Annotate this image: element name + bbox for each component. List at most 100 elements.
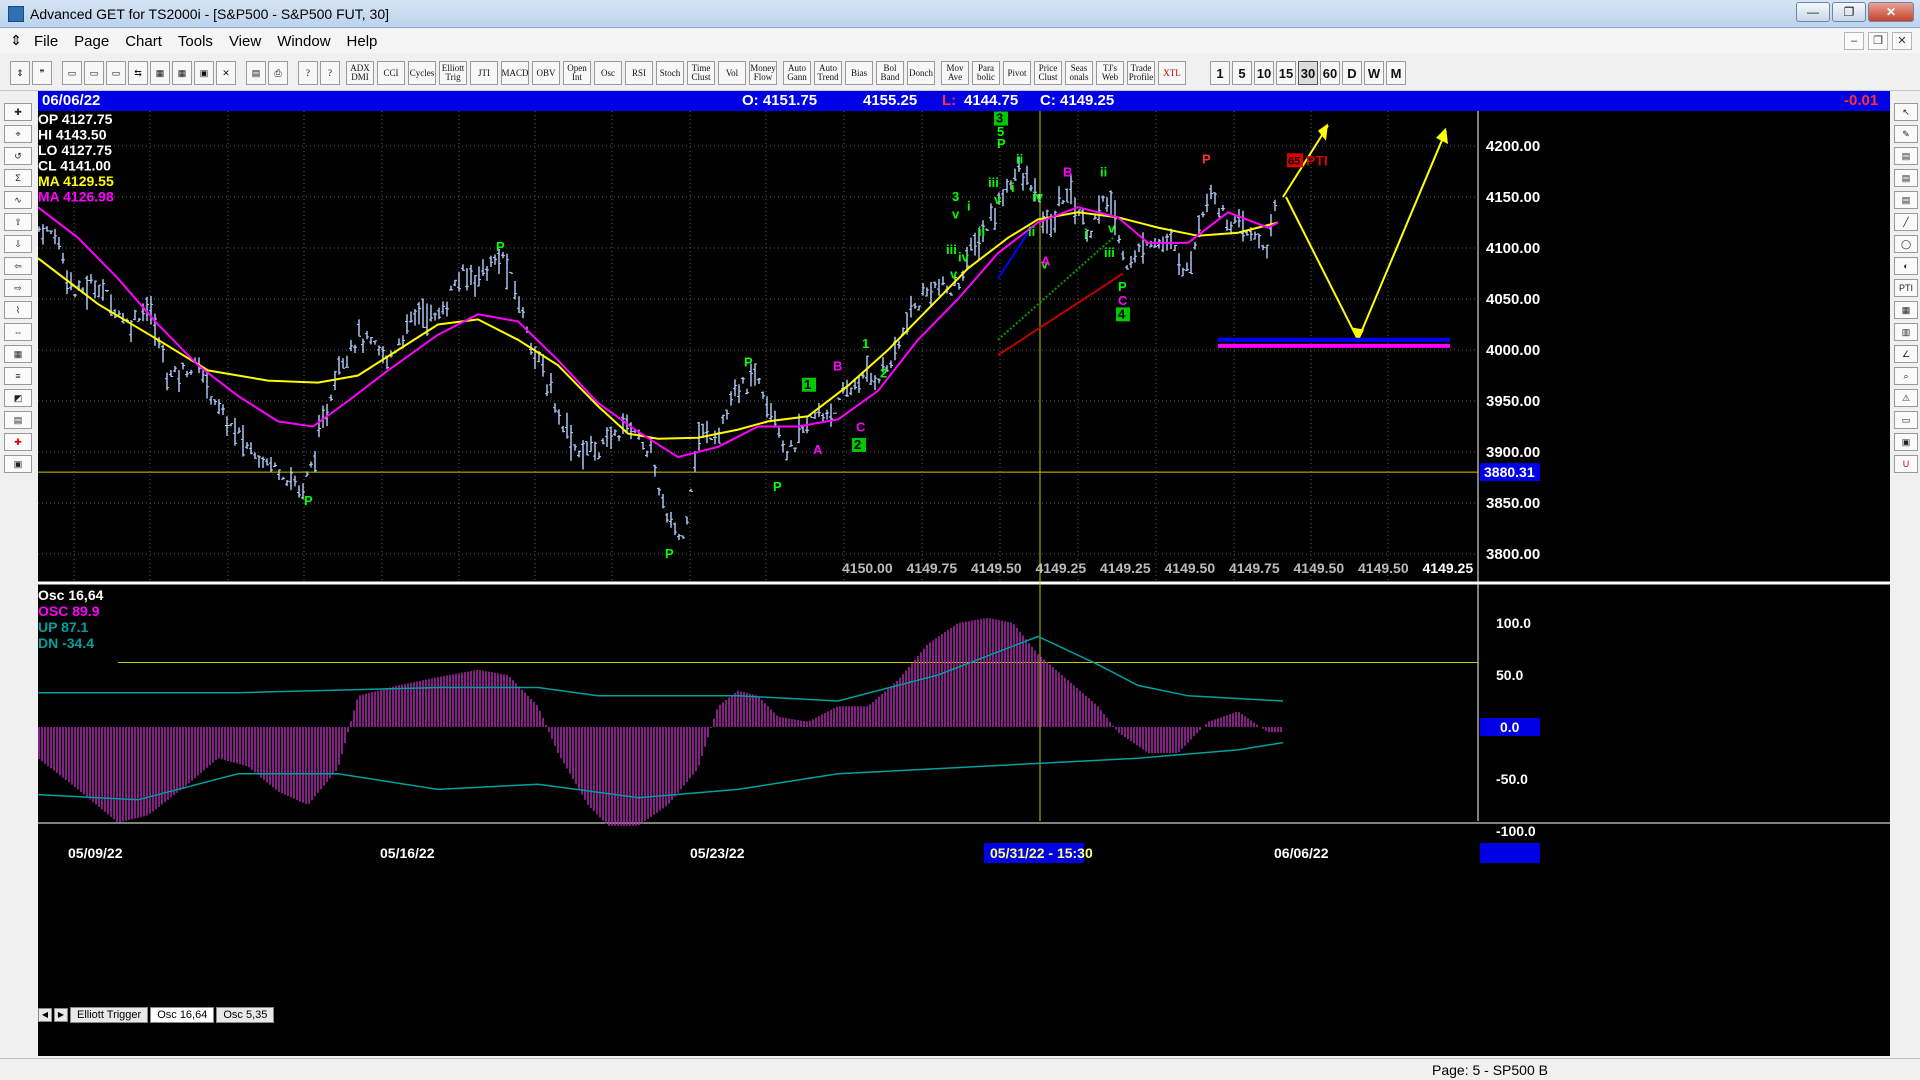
tab-elliott-trigger[interactable]: Elliott Trigger xyxy=(70,1007,149,1023)
print-icon[interactable]: ⎙ xyxy=(268,61,288,85)
arrow-icon[interactable]: ⇕ xyxy=(10,61,30,85)
bell-tool-icon[interactable]: ⚠ xyxy=(1894,389,1918,407)
tab-prev-icon[interactable]: ◀ xyxy=(38,1008,52,1022)
fib-tool-icon[interactable]: ▤ xyxy=(4,411,32,429)
chart-canvas[interactable]: 4200.00 4150.00 4100.00 4050.00 4000.00 3950.… xyxy=(38,111,1890,1056)
close-button[interactable]: ✕ xyxy=(1868,2,1914,22)
right-tool-icon[interactable]: ⇨ xyxy=(4,279,32,297)
mob-tool-icon[interactable]: ▥ xyxy=(1894,323,1918,341)
delete-icon[interactable]: ✕ xyxy=(216,61,236,85)
menu-chart[interactable]: Chart xyxy=(117,33,170,50)
study-button-7[interactable]: Open Int xyxy=(563,61,591,85)
study-button-11[interactable]: Time Clust xyxy=(687,61,715,85)
angle-tool-icon[interactable]: ∠ xyxy=(1894,345,1918,363)
cross-tool-icon[interactable]: ✚ xyxy=(4,433,32,451)
menu-view[interactable]: View xyxy=(221,33,269,50)
study-button-26[interactable]: XTL xyxy=(1158,61,1186,85)
window-icon[interactable]: ▣ xyxy=(194,61,214,85)
reset-tool-icon[interactable]: ↺ xyxy=(4,147,32,165)
study-button-4[interactable]: JTI xyxy=(470,61,498,85)
fib-ext-tool-icon[interactable]: ▤ xyxy=(1894,169,1918,187)
interval-60[interactable]: 60 xyxy=(1320,61,1340,85)
down-tool-icon[interactable]: ⇩ xyxy=(4,235,32,253)
line-tool-icon[interactable]: ╱ xyxy=(1894,213,1918,231)
pti-tool-icon[interactable]: PTI xyxy=(1894,279,1918,297)
camera-tool-icon[interactable]: ▣ xyxy=(1894,433,1918,451)
page-icon[interactable]: ▭ xyxy=(62,61,82,85)
study-button-21[interactable]: Pivot xyxy=(1003,61,1031,85)
interval-15[interactable]: 15 xyxy=(1276,61,1296,85)
interval-M[interactable]: M xyxy=(1386,61,1406,85)
interval-30[interactable]: 30 xyxy=(1298,61,1318,85)
eclipse-tool-icon[interactable]: ◐ xyxy=(1894,257,1918,275)
study-button-10[interactable]: Stoch xyxy=(656,61,684,85)
move-tool-icon[interactable]: ⇔ xyxy=(4,323,32,341)
chart-panel[interactable]: 06/06/22 O: 4151.75 4155.25 L: 4144.75 C… xyxy=(38,91,1890,1056)
interval-1[interactable]: 1 xyxy=(1210,61,1230,85)
study-button-14[interactable]: Auto Gann xyxy=(783,61,811,85)
grid2-icon[interactable]: ▦ xyxy=(172,61,192,85)
study-tool-icon[interactable]: Σ xyxy=(4,169,32,187)
magnet-tool-icon[interactable]: U xyxy=(1894,455,1918,473)
crosshair-tool-icon[interactable]: ✚ xyxy=(4,103,32,121)
context-help-icon[interactable]: ? xyxy=(320,61,340,85)
interval-W[interactable]: W xyxy=(1364,61,1384,85)
left-tool-icon[interactable]: ⇦ xyxy=(4,257,32,275)
study-button-25[interactable]: Trade Profile xyxy=(1127,61,1155,85)
pen-tool-icon[interactable]: ✎ xyxy=(1894,125,1918,143)
fib-time-tool-icon[interactable]: ▤ xyxy=(1894,191,1918,209)
wave-tool-icon[interactable]: ⌇ xyxy=(4,301,32,319)
minimize-button[interactable]: — xyxy=(1796,2,1830,22)
study-button-18[interactable]: Donch xyxy=(907,61,935,85)
study-button-15[interactable]: Auto Trend xyxy=(814,61,842,85)
mdi-close-button[interactable]: ✕ xyxy=(1892,32,1912,50)
study-button-6[interactable]: OBV xyxy=(532,61,560,85)
study-button-16[interactable]: Bias xyxy=(845,61,873,85)
study-button-2[interactable]: Cycles xyxy=(408,61,436,85)
study-button-24[interactable]: TJ's Web xyxy=(1096,61,1124,85)
study-button-12[interactable]: Vol xyxy=(718,61,746,85)
box-tool-icon[interactable]: ▣ xyxy=(4,455,32,473)
study-button-22[interactable]: Price Clust xyxy=(1034,61,1062,85)
pointer-tool-icon[interactable]: ↖ xyxy=(1894,103,1918,121)
interval-5[interactable]: 5 xyxy=(1232,61,1252,85)
tab-osc-5-35[interactable]: Osc 5,35 xyxy=(216,1007,275,1023)
chart-doc-icon[interactable]: ⇕ xyxy=(6,32,26,50)
copy2-icon[interactable]: ▭ xyxy=(106,61,126,85)
mdi-minimize-button[interactable]: – xyxy=(1844,32,1864,50)
help-icon[interactable]: ? xyxy=(298,61,318,85)
up-tool-icon[interactable]: ⇧ xyxy=(4,213,32,231)
study-button-3[interactable]: Elliott Trig xyxy=(439,61,467,85)
study-button-17[interactable]: Bol Band xyxy=(876,61,904,85)
list-icon[interactable]: ▤ xyxy=(246,61,266,85)
copy-icon[interactable]: ▭ xyxy=(84,61,104,85)
menu-file[interactable]: File xyxy=(26,33,66,50)
maximize-button[interactable]: ❐ xyxy=(1832,2,1866,22)
study-button-8[interactable]: Osc xyxy=(594,61,622,85)
lines-tool-icon[interactable]: ≡ xyxy=(4,367,32,385)
menu-tools[interactable]: Tools xyxy=(170,33,221,50)
interval-10[interactable]: 10 xyxy=(1254,61,1274,85)
tab-next-icon[interactable]: ▶ xyxy=(54,1008,68,1022)
menu-help[interactable]: Help xyxy=(339,33,386,50)
menu-page[interactable]: Page xyxy=(66,33,117,50)
tab-osc-16-64[interactable]: Osc 16,64 xyxy=(150,1007,215,1023)
study-button-20[interactable]: Para bolic xyxy=(972,61,1000,85)
cursor-tool-icon[interactable]: ⌖ xyxy=(4,125,32,143)
grid-tool-icon[interactable]: ▦ xyxy=(4,345,32,363)
page-tool-icon[interactable]: ▭ xyxy=(1894,411,1918,429)
menu-window[interactable]: Window xyxy=(269,33,338,50)
study-button-23[interactable]: Seas onals xyxy=(1065,61,1093,85)
interval-D[interactable]: D xyxy=(1342,61,1362,85)
study-button-0[interactable]: ADX DMI xyxy=(346,61,374,85)
study-button-5[interactable]: MACD xyxy=(501,61,529,85)
elliott-tool-icon[interactable]: ∿ xyxy=(4,191,32,209)
study-button-13[interactable]: Money Flow xyxy=(749,61,777,85)
swap-icon[interactable]: ⇆ xyxy=(128,61,148,85)
zoom-tool-icon[interactable]: ⌕ xyxy=(1894,367,1918,385)
study-button-19[interactable]: Mov Ave xyxy=(941,61,969,85)
fib-ret-tool-icon[interactable]: ▤ xyxy=(1894,147,1918,165)
quote-icon[interactable]: ❞ xyxy=(32,61,52,85)
grid-icon[interactable]: ▦ xyxy=(150,61,170,85)
ellipse-tool-icon[interactable]: ◯ xyxy=(1894,235,1918,253)
